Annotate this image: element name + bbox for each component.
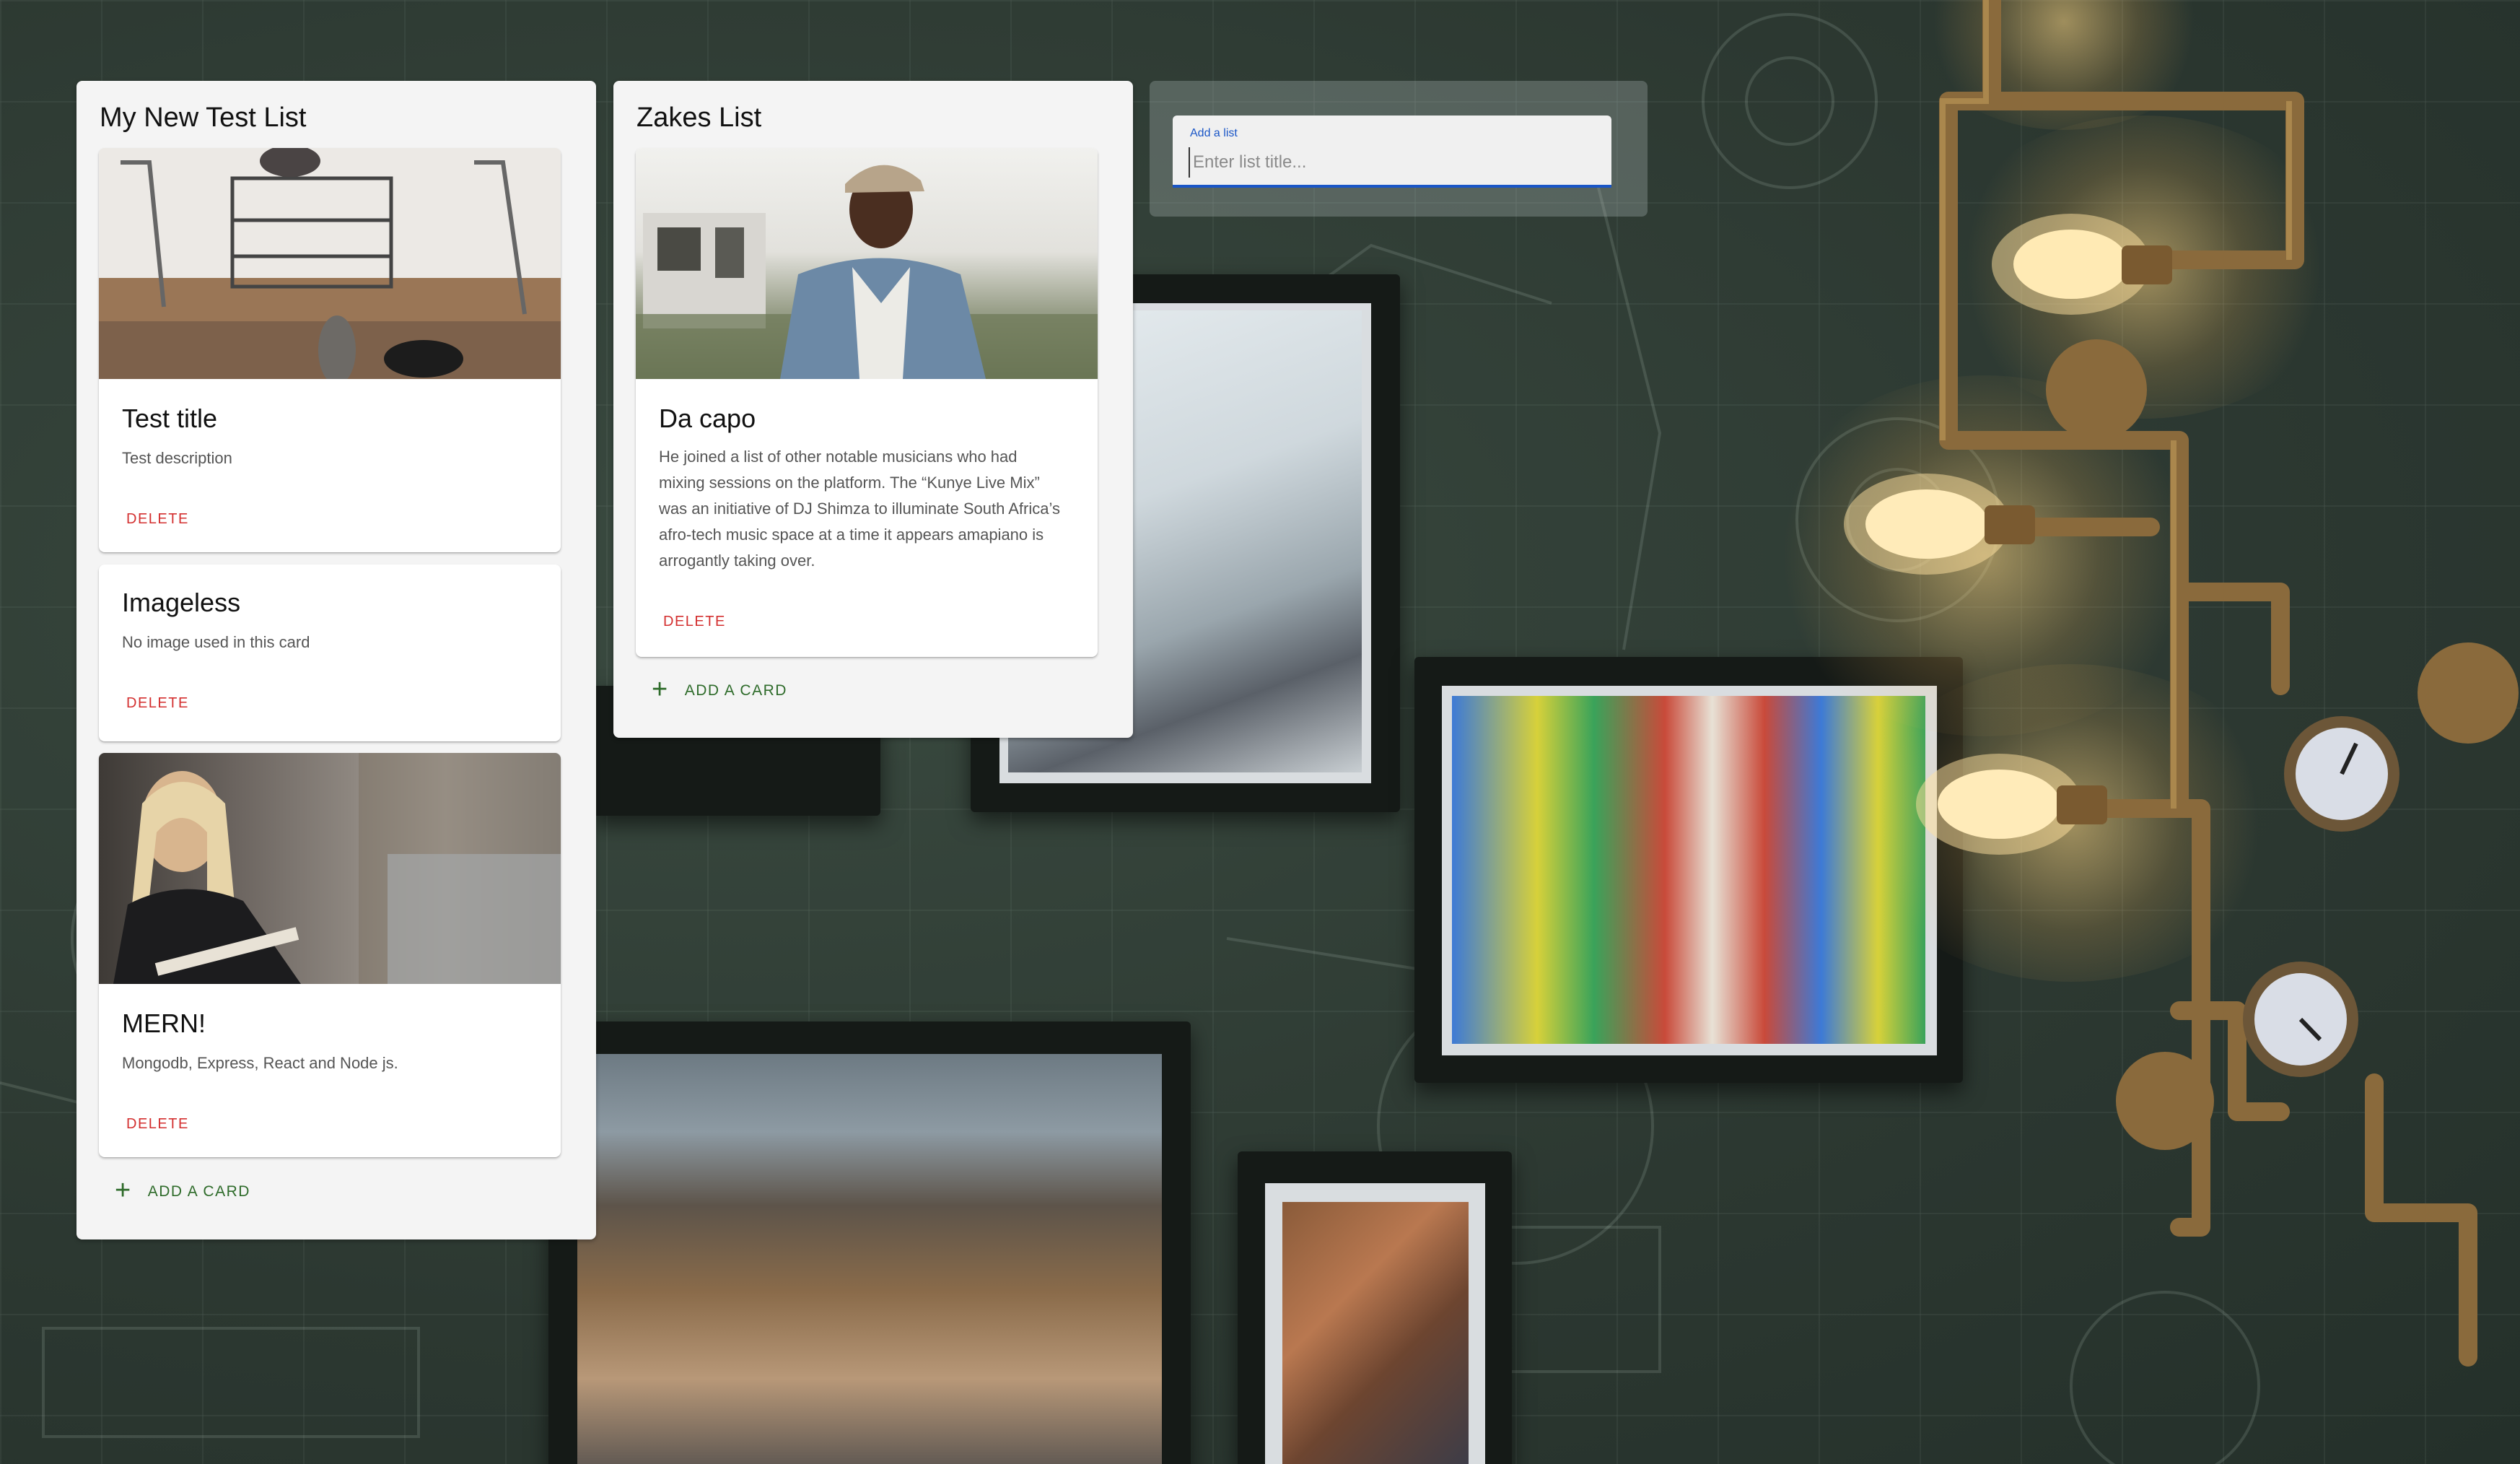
card-title: Test title	[122, 404, 218, 433]
add-card-button[interactable]: + ADD A CARD	[643, 673, 796, 709]
card-title: Da capo	[659, 404, 756, 433]
list-title: Zakes List	[636, 103, 762, 133]
delete-card-button[interactable]: DELETE	[113, 687, 202, 719]
list-my-new-test-list: My New Test List Test title Test descrip…	[76, 81, 596, 1239]
delete-card-button[interactable]: DELETE	[113, 1108, 202, 1140]
add-list-panel: Add a list	[1150, 81, 1648, 217]
card-title: MERN!	[122, 1008, 206, 1038]
card-description: Mongodb, Express, React and Node js.	[122, 1054, 398, 1072]
add-list-field: Add a list	[1173, 116, 1611, 188]
add-card-button[interactable]: + ADD A CARD	[106, 1174, 259, 1210]
list-title: My New Test List	[100, 103, 307, 133]
add-card-label: ADD A CARD	[147, 1183, 250, 1200]
card-imageless: Imageless No image used in this card DEL…	[99, 565, 561, 741]
delete-card-button[interactable]: DELETE	[650, 606, 739, 637]
blonde-woman-street-photo	[99, 753, 561, 984]
card-description: Test description	[122, 449, 232, 467]
cats-with-chairs-photo	[99, 148, 561, 379]
add-card-label: ADD A CARD	[684, 682, 787, 699]
card-description: He joined a list of other notable musici…	[659, 448, 1060, 570]
card-test-title: Test title Test description DELETE	[99, 148, 561, 552]
plus-icon: +	[115, 1175, 132, 1206]
add-list-label: Add a list	[1190, 127, 1238, 139]
card-da-capo: Da capo He joined a list of other notabl…	[636, 148, 1098, 657]
plus-icon: +	[652, 674, 669, 705]
card-description: No image used in this card	[122, 633, 310, 651]
man-in-cap-denim-jacket-photo	[636, 148, 1098, 379]
card-mern: MERN! Mongodb, Express, React and Node j…	[99, 753, 561, 1157]
delete-card-button[interactable]: DELETE	[113, 503, 202, 535]
list-title-input[interactable]	[1189, 147, 1598, 178]
card-title: Imageless	[122, 588, 241, 617]
list-zakes-list: Zakes List Da capo He joined a list of o…	[613, 81, 1133, 738]
